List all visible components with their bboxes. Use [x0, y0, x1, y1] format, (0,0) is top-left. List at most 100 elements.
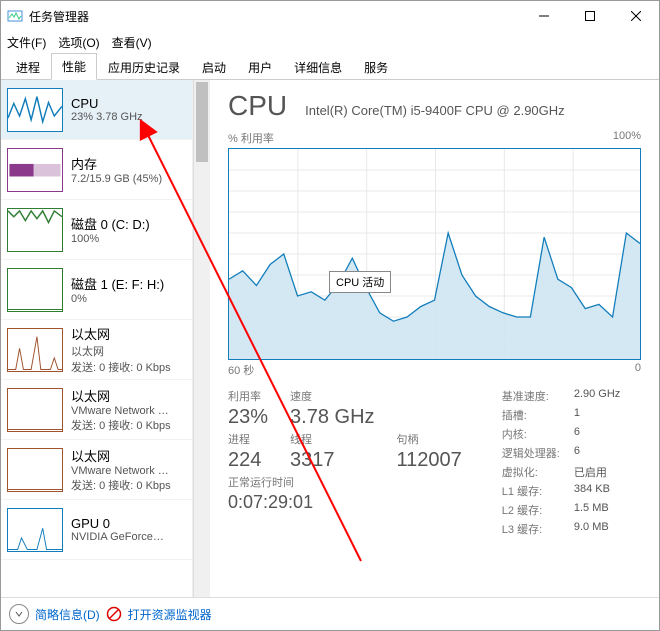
stats-info: 基准速度:2.90 GHz 插槽:1 内核:6 逻辑处理器:6 虚拟化:已启用 … [502, 388, 621, 537]
chart-xleft: 60 秒 [228, 362, 254, 378]
tab-app-history[interactable]: 应用历史记录 [97, 54, 191, 80]
label-speed: 速度 [290, 388, 374, 404]
value-processes: 224 [228, 449, 268, 472]
label-uptime: 正常运行时间 [228, 474, 462, 490]
label-sockets: 插槽: [502, 407, 560, 423]
value-logical: 6 [574, 445, 620, 461]
sidebar-item-3[interactable]: 磁盘 1 (E: F: H:) 0% [1, 260, 192, 320]
tab-startup[interactable]: 启动 [191, 54, 237, 80]
sidebar-item-title: CPU [71, 96, 143, 111]
cpu-model: Intel(R) Core(TM) i5-9400F CPU @ 2.90GHz [305, 103, 565, 118]
value-l2: 1.5 MB [574, 502, 620, 518]
sidebar-item-6[interactable]: 以太网 VMware Network … 发送: 0 接收: 0 Kbps [1, 440, 192, 500]
menu-view[interactable]: 查看(V) [112, 34, 152, 51]
sidebar: CPU 23% 3.78 GHz 内存 7.2/15.9 GB (45%) 磁盘… [1, 80, 193, 597]
stats-main: 利用率 速度 23% 3.78 GHz 进程 线程 句柄 224 3317 11… [228, 388, 462, 537]
label-threads: 线程 [290, 431, 374, 447]
tab-services[interactable]: 服务 [353, 54, 399, 80]
chart-svg [229, 149, 640, 359]
tab-details[interactable]: 详细信息 [283, 54, 353, 80]
sidebar-thumb [7, 448, 63, 492]
sidebar-thumb [7, 508, 63, 552]
tab-performance[interactable]: 性能 [51, 53, 97, 80]
sidebar-item-5[interactable]: 以太网 VMware Network … 发送: 0 接收: 0 Kbps [1, 380, 192, 440]
sidebar-item-sub: 100% [71, 233, 150, 245]
cpu-chart[interactable]: CPU 活动 [228, 148, 641, 360]
label-l3: L3 缓存: [502, 521, 560, 537]
label-logical: 逻辑处理器: [502, 445, 560, 461]
page-title: CPU [228, 90, 287, 122]
app-icon [7, 8, 23, 24]
chart-ymax: 100% [613, 130, 641, 146]
chart-ylabel: % 利用率 [228, 130, 274, 146]
main-panel: CPU Intel(R) Core(TM) i5-9400F CPU @ 2.9… [210, 80, 659, 597]
sidebar-item-sub2: 发送: 0 接收: 0 Kbps [71, 359, 171, 375]
label-utilization: 利用率 [228, 388, 268, 404]
sidebar-thumb [7, 268, 63, 312]
sidebar-item-sub: VMware Network … [71, 465, 171, 477]
sidebar-item-sub: 23% 3.78 GHz [71, 111, 143, 123]
menu-bar: 文件(F) 选项(O) 查看(V) [1, 31, 659, 53]
sidebar-item-sub: VMware Network … [71, 405, 171, 417]
chart-xright: 0 [635, 362, 641, 378]
sidebar-item-title: GPU 0 [71, 516, 164, 531]
sidebar-item-title: 磁盘 0 (C: D:) [71, 214, 150, 233]
menu-options[interactable]: 选项(O) [58, 34, 99, 51]
label-processes: 进程 [228, 431, 268, 447]
value-speed: 3.78 GHz [290, 406, 374, 429]
value-threads: 3317 [290, 449, 374, 472]
value-sockets: 1 [574, 407, 620, 423]
sidebar-scrollbar[interactable] [193, 80, 210, 597]
value-utilization: 23% [228, 406, 268, 429]
value-handles: 112007 [397, 449, 462, 472]
label-l2: L2 缓存: [502, 502, 560, 518]
value-virtualization: 已启用 [574, 464, 620, 480]
label-virtualization: 虚拟化: [502, 464, 560, 480]
footer: 简略信息(D) 打开资源监视器 [1, 597, 659, 630]
value-base-speed: 2.90 GHz [574, 388, 620, 404]
sidebar-thumb [7, 208, 63, 252]
sidebar-item-sub: 7.2/15.9 GB (45%) [71, 173, 162, 185]
sidebar-thumb [7, 388, 63, 432]
sidebar-item-2[interactable]: 磁盘 0 (C: D:) 100% [1, 200, 192, 260]
value-l3: 9.0 MB [574, 521, 620, 537]
no-entry-icon [106, 606, 122, 622]
label-handles: 句柄 [397, 431, 462, 447]
close-button[interactable] [613, 1, 659, 31]
resource-monitor-link[interactable]: 打开资源监视器 [128, 606, 212, 623]
title-bar: 任务管理器 [1, 1, 659, 31]
sidebar-thumb [7, 88, 63, 132]
window-title: 任务管理器 [29, 8, 89, 25]
label-cores: 内核: [502, 426, 560, 442]
value-cores: 6 [574, 426, 620, 442]
sidebar-item-title: 以太网 [71, 386, 171, 405]
sidebar-item-title: 磁盘 1 (E: F: H:) [71, 274, 164, 293]
value-uptime: 0:07:29:01 [228, 492, 462, 513]
sidebar-item-sub: 0% [71, 293, 164, 305]
chart-tooltip: CPU 活动 [329, 271, 391, 293]
maximize-button[interactable] [567, 1, 613, 31]
label-l1: L1 缓存: [502, 483, 560, 499]
sidebar-item-sub2: 发送: 0 接收: 0 Kbps [71, 477, 171, 493]
sidebar-item-sub: NVIDIA GeForce… [71, 531, 164, 543]
collapse-icon[interactable] [9, 604, 29, 624]
value-l1: 384 KB [574, 483, 620, 499]
sidebar-item-title: 内存 [71, 154, 162, 173]
menu-file[interactable]: 文件(F) [7, 34, 46, 51]
sidebar-thumb [7, 148, 63, 192]
sidebar-item-sub: 以太网 [71, 343, 171, 359]
sidebar-item-4[interactable]: 以太网 以太网 发送: 0 接收: 0 Kbps [1, 320, 192, 380]
tab-bar: 进程 性能 应用历史记录 启动 用户 详细信息 服务 [1, 53, 659, 80]
sidebar-item-1[interactable]: 内存 7.2/15.9 GB (45%) [1, 140, 192, 200]
sidebar-item-0[interactable]: CPU 23% 3.78 GHz [1, 80, 192, 140]
minimize-button[interactable] [521, 1, 567, 31]
tab-users[interactable]: 用户 [237, 54, 283, 80]
sidebar-item-7[interactable]: GPU 0 NVIDIA GeForce… [1, 500, 192, 560]
sidebar-item-sub2: 发送: 0 接收: 0 Kbps [71, 417, 171, 433]
brief-info-link[interactable]: 简略信息(D) [35, 606, 100, 623]
sidebar-thumb [7, 328, 63, 372]
label-base-speed: 基准速度: [502, 388, 560, 404]
sidebar-item-title: 以太网 [71, 446, 171, 465]
sidebar-item-title: 以太网 [71, 324, 171, 343]
tab-processes[interactable]: 进程 [5, 54, 51, 80]
